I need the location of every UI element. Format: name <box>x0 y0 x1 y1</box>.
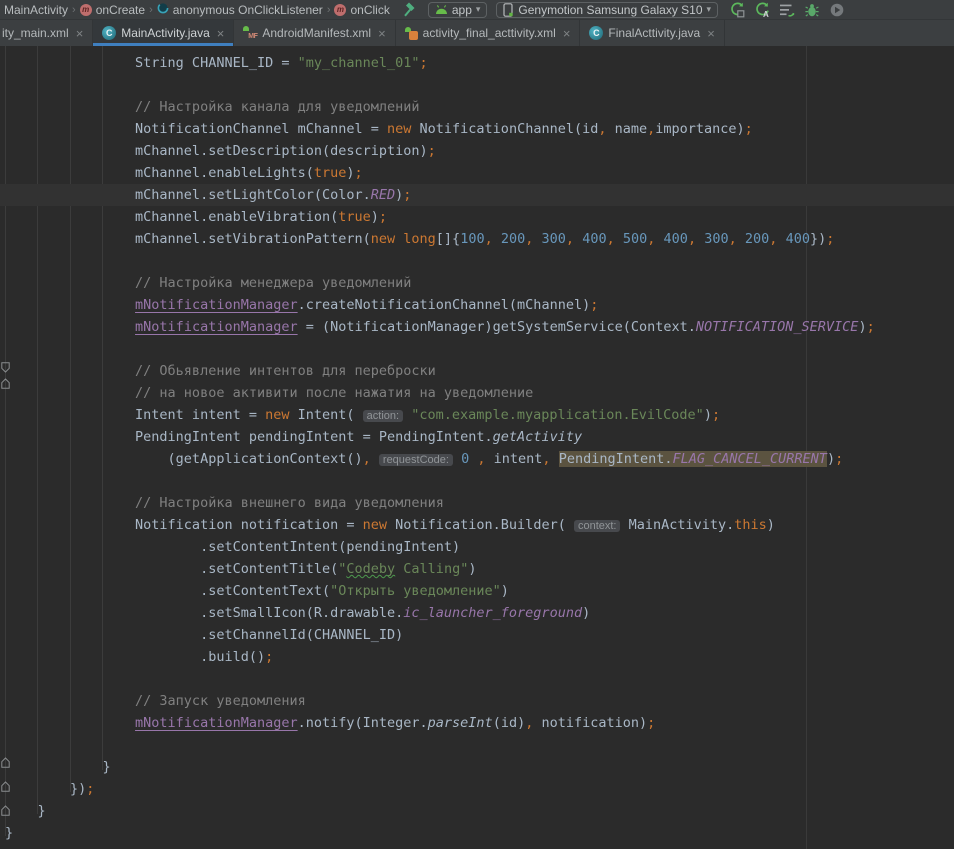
parameter-hint-badge: requestCode: <box>379 454 453 466</box>
code-line: mChannel.enableVibration(true); <box>0 206 954 228</box>
chevron-down-icon: ▾ <box>476 4 481 15</box>
code-line <box>0 338 954 360</box>
close-icon[interactable]: × <box>378 26 386 41</box>
code-line: mChannel.enableLights(true); <box>0 162 954 184</box>
code-line <box>0 250 954 272</box>
tab-label: activity_final_acttivity.xml <box>423 26 556 40</box>
java-class-icon: C <box>589 26 603 40</box>
device-selector[interactable]: Genymotion Samsung Galaxy S10 ▾ <box>496 2 718 18</box>
toolbar-actions: A <box>729 2 845 18</box>
code-line: // на новое активити после нажатия на ув… <box>0 382 954 404</box>
code-line: .build(); <box>0 646 954 668</box>
hammer-glyph <box>402 1 419 18</box>
close-icon[interactable]: × <box>217 26 225 41</box>
run-config-label: app <box>452 3 472 17</box>
close-icon[interactable]: × <box>76 26 84 41</box>
code-line: // Настройка внешнего вида уведомления <box>0 492 954 514</box>
parameter-hint-badge: context: <box>574 520 621 532</box>
manifest-file-icon: MF <box>243 26 257 40</box>
breadcrumb-label: onClick <box>350 3 389 17</box>
editor-tab[interactable]: activity_final_acttivity.xml × <box>396 20 581 46</box>
code-line: // Запуск уведомления <box>0 690 954 712</box>
code-area[interactable]: String CHANNEL_ID = "my_channel_01"; // … <box>0 46 954 844</box>
layout-xml-file-icon <box>405 27 418 40</box>
run-config-selector[interactable]: app ▾ <box>428 2 488 18</box>
code-line: // Настройка канала для уведомлений <box>0 96 954 118</box>
editor-tab[interactable]: MF AndroidManifest.xml × <box>234 20 395 46</box>
code-line: NotificationChannel mChannel = new Notif… <box>0 118 954 140</box>
tab-label: FinalActtivity.java <box>608 26 700 40</box>
chevron-down-icon: ▾ <box>707 4 712 15</box>
code-line: .setContentText("Открыть уведомление") <box>0 580 954 602</box>
code-line: // Обьявление интентов для переброски <box>0 360 954 382</box>
code-line <box>0 734 954 756</box>
breadcrumb-item[interactable]: MainActivity <box>4 3 68 17</box>
code-line <box>0 74 954 96</box>
tab-label: AndroidManifest.xml <box>262 26 371 40</box>
code-line: } <box>0 800 954 822</box>
breadcrumb-label: anonymous OnClickListener <box>173 3 323 17</box>
breadcrumb-item[interactable]: m onClick <box>334 3 389 17</box>
breadcrumb-item[interactable]: m onCreate <box>80 3 145 17</box>
code-line: mChannel.setVibrationPattern(new long[]{… <box>0 228 954 250</box>
android-icon <box>435 4 448 15</box>
code-line: mNotificationManager.notify(Integer.pars… <box>0 712 954 734</box>
breadcrumb-separator-icon: › <box>71 4 77 16</box>
build-hammer-icon[interactable] <box>402 1 419 18</box>
java-class-icon: C <box>102 26 116 40</box>
apply-code-changes-icon[interactable]: A <box>754 2 770 18</box>
code-line: .setChannelId(CHANNEL_ID) <box>0 624 954 646</box>
code-line: (getApplicationContext(), requestCode: 0… <box>0 448 954 470</box>
close-icon[interactable]: × <box>563 26 571 41</box>
code-line <box>0 470 954 492</box>
svg-text:A: A <box>763 10 769 18</box>
code-line: .setSmallIcon(R.drawable.ic_launcher_for… <box>0 602 954 624</box>
breadcrumb-label: onCreate <box>96 3 145 17</box>
close-icon[interactable]: × <box>707 26 715 41</box>
phone-icon <box>503 3 514 17</box>
breadcrumb-separator-icon: › <box>148 4 154 16</box>
code-line: }); <box>0 778 954 800</box>
code-line: mNotificationManager = (NotificationMana… <box>0 316 954 338</box>
breadcrumb: MainActivity›monCreate›anonymous OnClick… <box>4 2 390 17</box>
anonymous-class-icon <box>157 2 169 17</box>
code-line: Notification notification = new Notifica… <box>0 514 954 536</box>
code-line: PendingIntent pendingIntent = PendingInt… <box>0 426 954 448</box>
profiler-icon[interactable] <box>829 2 845 18</box>
method-icon: m <box>80 4 92 16</box>
editor-tab[interactable]: C FinalActtivity.java × <box>580 20 724 46</box>
code-line: .setContentIntent(pendingIntent) <box>0 536 954 558</box>
debug-icon[interactable] <box>804 2 820 18</box>
code-line: .setContentTitle("Codeby Calling") <box>0 558 954 580</box>
editor-tab[interactable]: ity_main.xml × <box>0 20 93 46</box>
editor-tab-bar: ity_main.xml × C MainActivity.java × MF Androi… <box>0 20 954 46</box>
code-line: mChannel.setDescription(description); <box>0 140 954 162</box>
editor-tab[interactable]: C MainActivity.java × <box>93 20 234 46</box>
code-line: mNotificationManager.createNotificationC… <box>0 294 954 316</box>
code-line: String CHANNEL_ID = "my_channel_01"; <box>0 52 954 74</box>
code-line: } <box>0 756 954 778</box>
code-line: // Настройка менеджера уведомлений <box>0 272 954 294</box>
breadcrumb-label: MainActivity <box>4 3 68 17</box>
method-icon: m <box>334 4 346 16</box>
tab-label: ity_main.xml <box>2 26 69 40</box>
code-line: Intent intent = new Intent( action: "com… <box>0 404 954 426</box>
breadcrumb-separator-icon: › <box>326 4 332 16</box>
breadcrumb-item[interactable]: anonymous OnClickListener <box>157 2 323 17</box>
device-label: Genymotion Samsung Galaxy S10 <box>518 3 702 17</box>
apply-changes-restart-icon[interactable] <box>729 2 745 18</box>
main-toolbar: MainActivity›monCreate›anonymous OnClick… <box>0 0 954 20</box>
code-line <box>0 668 954 690</box>
parameter-hint-badge: action: <box>363 410 403 422</box>
run-tasks-icon[interactable] <box>779 2 795 18</box>
code-line-current: mChannel.setLightColor(Color.RED); <box>0 184 954 206</box>
code-editor[interactable]: String CHANNEL_ID = "my_channel_01"; // … <box>0 46 954 849</box>
tab-label: MainActivity.java <box>121 26 209 40</box>
code-line: } <box>0 822 954 844</box>
